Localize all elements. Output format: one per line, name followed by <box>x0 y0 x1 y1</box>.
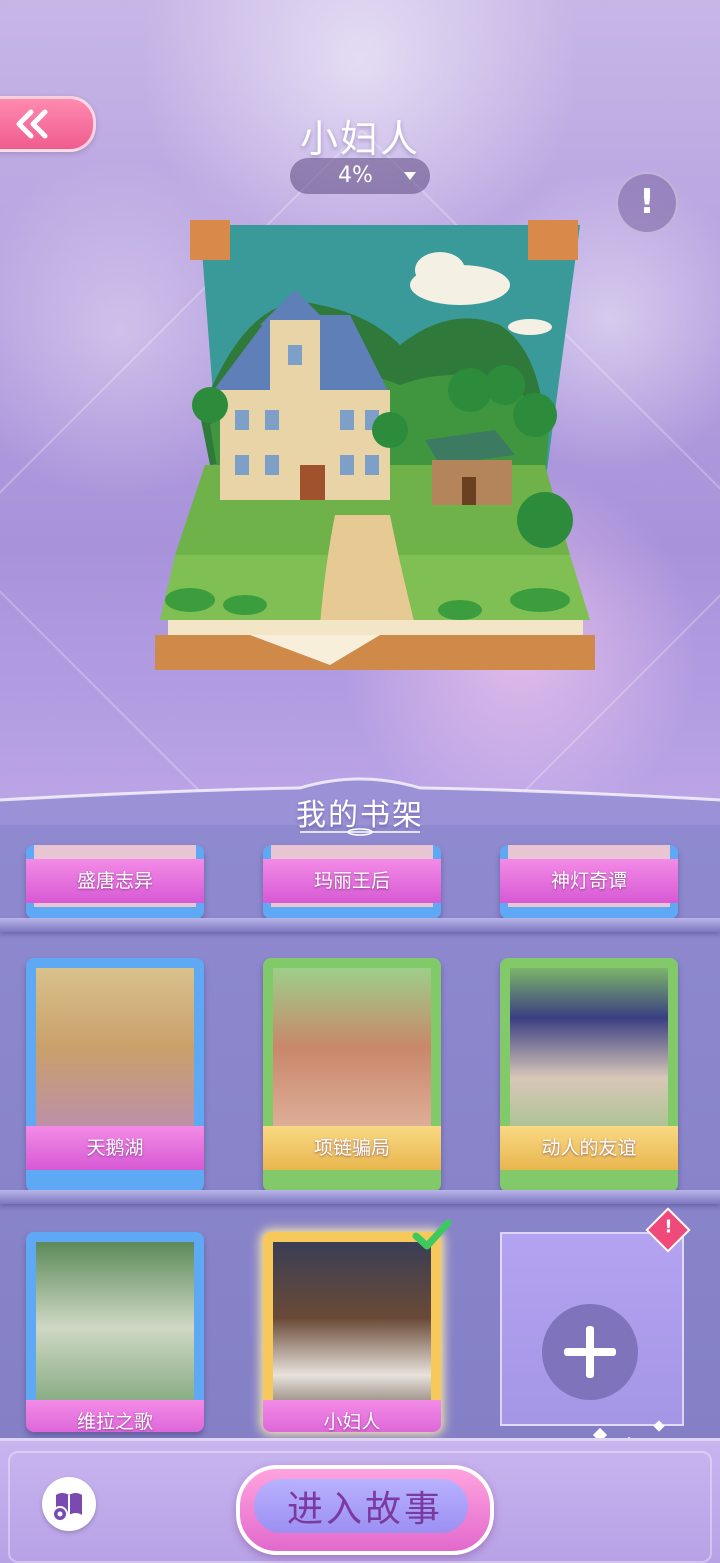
alert-button[interactable]: ! <box>616 172 678 234</box>
book-title: 项链骗局 <box>263 1126 441 1170</box>
book-card[interactable]: 项链骗局 <box>263 958 441 1192</box>
book-card[interactable]: 盛唐志异 <box>26 845 204 919</box>
shelf-plank <box>0 918 720 932</box>
shelf-plank <box>0 1190 720 1204</box>
page-title: 小妇人 <box>299 117 420 161</box>
progress-dropdown[interactable]: 4% <box>290 158 430 194</box>
book-title: 小妇人 <box>263 1400 441 1432</box>
book-title: 玛丽王后 <box>263 859 441 903</box>
book-card[interactable]: 神灯奇谭 <box>500 845 678 919</box>
book-title: 维拉之歌 <box>26 1400 204 1432</box>
book-card-selected[interactable]: 小妇人 <box>263 1232 441 1432</box>
popup-book-illustration <box>155 220 595 670</box>
progress-value: 4% <box>338 163 373 188</box>
book-card[interactable]: 天鹅湖 <box>26 958 204 1192</box>
book-gear-icon <box>52 1493 82 1522</box>
book-title: 神灯奇谭 <box>500 859 678 903</box>
book-title: 动人的友谊 <box>500 1126 678 1170</box>
check-icon <box>412 1219 452 1250</box>
title-ornament <box>300 828 420 836</box>
book-card[interactable]: 玛丽王后 <box>263 845 441 919</box>
plus-icon <box>542 1304 638 1400</box>
add-book-slot[interactable] <box>500 1232 684 1426</box>
book-card[interactable]: 动人的友谊 <box>500 958 678 1192</box>
enter-story-button[interactable]: 进入故事 <box>236 1465 494 1555</box>
book-title: 天鹅湖 <box>26 1126 204 1170</box>
book-card[interactable]: 维拉之歌 <box>26 1232 204 1432</box>
exclamation-icon: ! <box>639 182 655 222</box>
book-settings-button[interactable] <box>42 1477 96 1531</box>
caret-down-icon <box>404 172 416 180</box>
book-title: 盛唐志异 <box>26 859 204 903</box>
enter-story-label: 进入故事 <box>286 1489 443 1530</box>
